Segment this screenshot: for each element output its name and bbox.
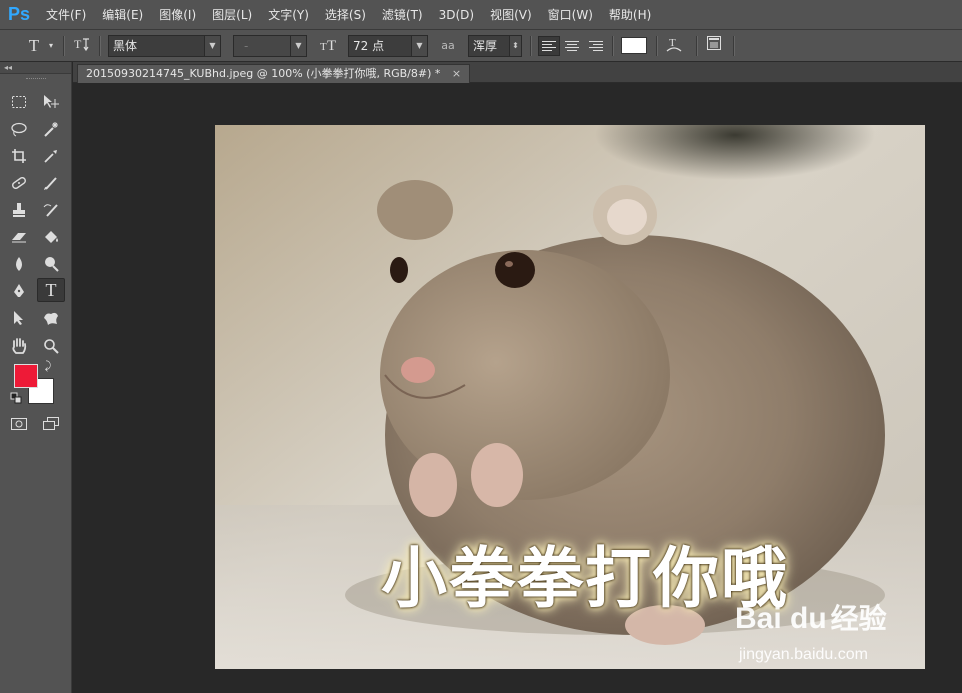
divider [696, 36, 697, 56]
font-size-select[interactable]: 72 点 ▼ [348, 35, 428, 57]
close-icon[interactable]: × [452, 67, 461, 80]
align-left-button[interactable] [538, 36, 560, 56]
chevron-down-icon: ▼ [411, 36, 427, 56]
watermark-sub: 经验 [830, 602, 887, 635]
font-family-value: 黑体 [113, 39, 138, 53]
dodge-icon[interactable] [37, 252, 65, 276]
options-bar: T ▾ T 黑体 ▼ - ▼ TT 72 点 ▼ aa 浑厚 ⬍ T [0, 30, 962, 62]
menu-view[interactable]: 视图(V) [482, 0, 540, 30]
menu-bar: Ps 文件(F) 编辑(E) 图像(I) 图层(L) 文字(Y) 选择(S) 滤… [0, 0, 962, 30]
svg-text:T: T [74, 37, 82, 51]
menu-file[interactable]: 文件(F) [38, 0, 94, 30]
divider [530, 36, 531, 56]
move-icon[interactable] [37, 90, 65, 114]
divider [656, 36, 657, 56]
align-center-button[interactable] [561, 36, 583, 56]
swap-colors-icon[interactable]: ⤸ [40, 358, 56, 374]
type-icon[interactable]: T [37, 278, 65, 302]
font-style-value: - [244, 39, 249, 53]
preset-dropdown-arrow-icon[interactable]: ▾ [46, 35, 56, 57]
text-color-swatch[interactable] [621, 37, 647, 54]
type-tool-preset-icon[interactable]: T [22, 35, 46, 57]
font-size-icon: TT [319, 35, 341, 60]
chevron-down-icon: ▼ [204, 36, 220, 56]
default-colors-icon[interactable] [9, 391, 23, 405]
eraser-icon[interactable] [5, 225, 33, 249]
antialias-select[interactable]: 浑厚 ⬍ [468, 35, 522, 57]
blur-icon[interactable] [5, 252, 33, 276]
svg-text:T: T [320, 41, 327, 53]
menu-3d[interactable]: 3D(D) [431, 0, 482, 30]
document-tab-bar: 20150930214745_KUBhd.jpeg @ 100% (小拳拳打你哦… [73, 62, 962, 83]
font-style-select[interactable]: - ▼ [233, 35, 307, 57]
history-brush-icon[interactable] [37, 198, 65, 222]
menu-layer[interactable]: 图层(L) [204, 0, 260, 30]
menu-help[interactable]: 帮助(H) [601, 0, 659, 30]
app-logo: Ps [7, 4, 31, 24]
chevron-down-icon: ▼ [290, 36, 306, 56]
paint-bucket-icon[interactable] [37, 225, 65, 249]
screen-mode-icon[interactable] [37, 412, 65, 436]
hamster-photo[interactable]: 小拳拳打你哦 Bai du 经验 jingyan.baidu.com [215, 125, 925, 669]
panel-grip[interactable] [26, 78, 46, 80]
font-size-value: 72 点 [353, 39, 385, 53]
svg-text:T: T [327, 38, 336, 53]
character-panel-icon[interactable] [704, 35, 724, 58]
custom-shape-icon[interactable] [37, 306, 65, 330]
eyedropper-icon[interactable] [37, 144, 65, 168]
font-family-select[interactable]: 黑体 ▼ [108, 35, 221, 57]
divider [63, 36, 64, 56]
divider [612, 36, 613, 56]
toggle-orientation-icon[interactable]: T [71, 35, 93, 60]
divider [99, 36, 100, 56]
menu-edit[interactable]: 编辑(E) [94, 0, 151, 30]
foreground-color-swatch[interactable] [14, 364, 38, 388]
chevron-updown-icon: ⬍ [509, 36, 521, 56]
antialias-icon: aa [441, 39, 455, 52]
menu-window[interactable]: 窗口(W) [540, 0, 601, 30]
antialias-value: 浑厚 [473, 39, 498, 53]
panel-collapse-button[interactable]: ◂◂ [0, 62, 71, 74]
warp-text-icon[interactable]: T [664, 35, 684, 60]
marquee-icon[interactable] [5, 90, 33, 114]
divider [733, 36, 734, 56]
document-tab-title: 20150930214745_KUBhd.jpeg @ 100% (小拳拳打你哦… [86, 67, 441, 80]
brush-icon[interactable] [37, 171, 65, 195]
align-right-button[interactable] [585, 36, 607, 56]
tools-panel: ◂◂ T ⤸ [0, 62, 72, 693]
svg-text:T: T [669, 37, 676, 49]
menu-filter[interactable]: 滤镜(T) [374, 0, 431, 30]
healing-brush-icon[interactable] [5, 171, 33, 195]
watermark-logo: Bai du 经验 [735, 597, 887, 637]
zoom-icon[interactable] [37, 334, 65, 358]
pen-icon[interactable] [5, 279, 33, 303]
path-selection-icon[interactable] [5, 306, 33, 330]
clone-stamp-icon[interactable] [5, 198, 33, 222]
watermark-url: jingyan.baidu.com [739, 646, 868, 663]
watermark-brand: Bai du [735, 602, 827, 635]
menu-select[interactable]: 选择(S) [317, 0, 374, 30]
hand-icon[interactable] [5, 334, 33, 358]
quick-mask-icon[interactable] [5, 412, 33, 436]
menu-type[interactable]: 文字(Y) [260, 0, 317, 30]
document-tab[interactable]: 20150930214745_KUBhd.jpeg @ 100% (小拳拳打你哦… [77, 64, 471, 83]
magic-wand-icon[interactable] [37, 117, 65, 141]
menu-image[interactable]: 图像(I) [151, 0, 204, 30]
lasso-icon[interactable] [5, 117, 33, 141]
crop-icon[interactable] [5, 144, 33, 168]
